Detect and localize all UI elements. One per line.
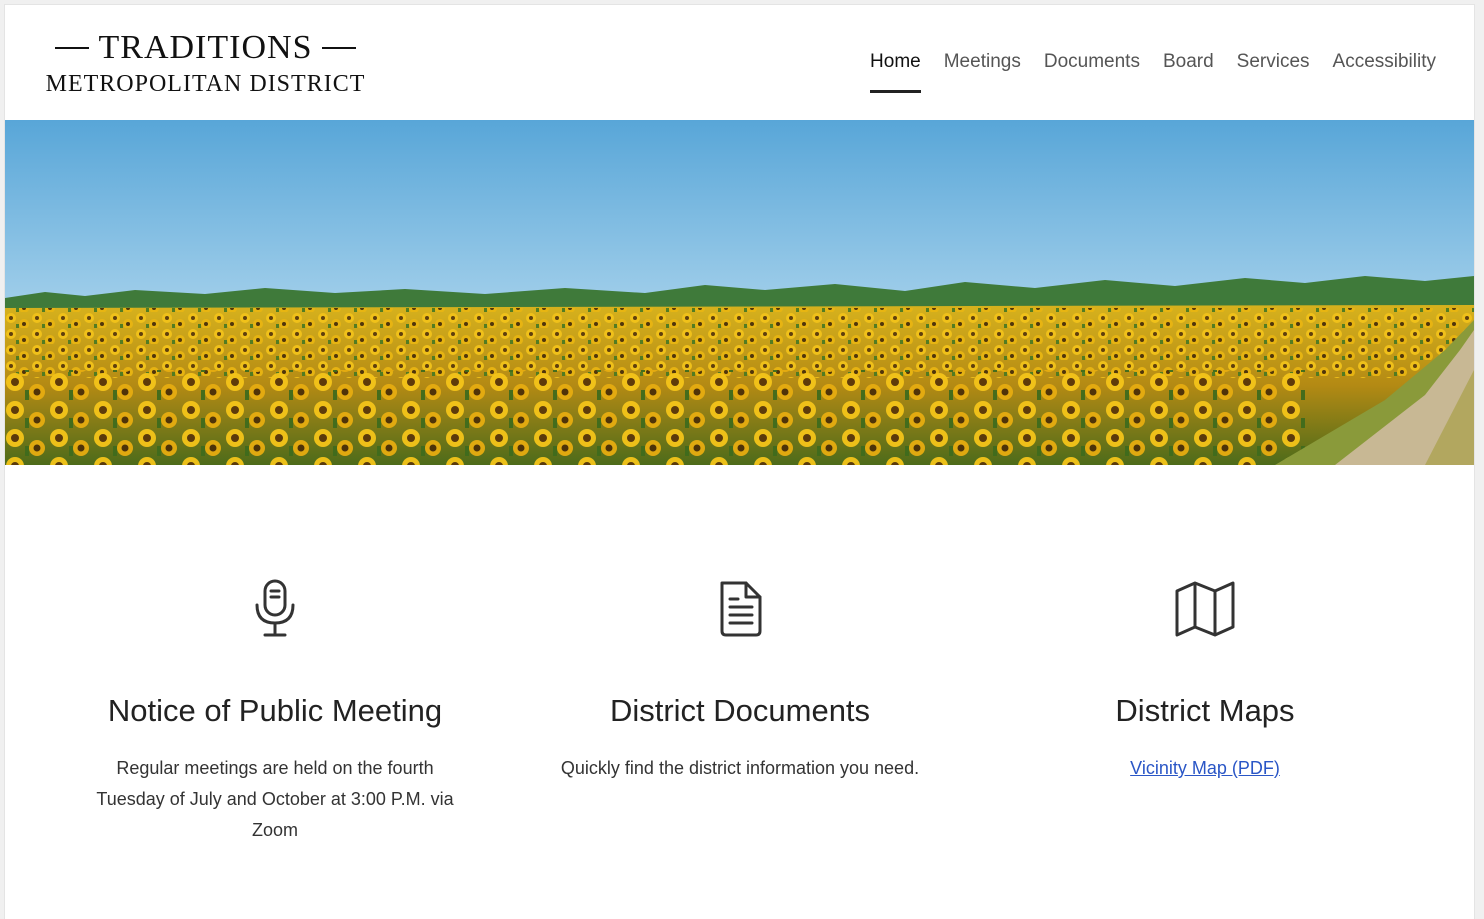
logo-dash-right bbox=[322, 47, 357, 50]
map-icon bbox=[1173, 575, 1237, 639]
feature-title: District Maps bbox=[1115, 693, 1295, 728]
nav-item-board[interactable]: Board bbox=[1163, 49, 1214, 89]
feature-public-meeting: Notice of Public Meeting Regular meeting… bbox=[45, 575, 505, 840]
feature-title: District Documents bbox=[609, 693, 871, 728]
feature-text: Regular meetings are held on the fourth … bbox=[96, 758, 454, 840]
feature-district-documents: District Documents Quickly find the dist… bbox=[510, 575, 970, 778]
feature-text: Vicinity Map (PDF) bbox=[975, 753, 1435, 784]
microphone-icon bbox=[243, 575, 307, 639]
main-nav: Home Meetings Documents Board Services A… bbox=[870, 49, 1436, 93]
feature-title: Notice of Public Meeting bbox=[107, 693, 443, 728]
page: TRADITIONS METROPOLITAN DISTRICT Home Me… bbox=[5, 5, 1474, 919]
nav-item-services[interactable]: Services bbox=[1237, 49, 1310, 89]
site-logo[interactable]: TRADITIONS METROPOLITAN DISTRICT bbox=[33, 29, 383, 99]
feature-district-maps: District Maps Vicinity Map (PDF) bbox=[975, 575, 1435, 778]
feature-text: Quickly find the district information yo… bbox=[560, 758, 920, 778]
logo-line2: METROPOLITAN DISTRICT bbox=[45, 71, 366, 97]
logo-dash-left bbox=[54, 47, 89, 50]
nav-item-accessibility[interactable]: Accessibility bbox=[1333, 49, 1436, 89]
vicinity-map-link[interactable]: Vicinity Map (PDF) bbox=[1130, 758, 1280, 778]
logo-line1: TRADITIONS bbox=[33, 29, 378, 67]
document-icon bbox=[708, 575, 772, 639]
site-header: TRADITIONS METROPOLITAN DISTRICT Home Me… bbox=[5, 5, 1474, 120]
hero-banner-image bbox=[5, 120, 1474, 465]
nav-item-documents[interactable]: Documents bbox=[1044, 49, 1140, 89]
nav-item-meetings[interactable]: Meetings bbox=[944, 49, 1021, 89]
logo-line1-text: TRADITIONS bbox=[98, 29, 313, 66]
nav-item-home[interactable]: Home bbox=[870, 49, 921, 93]
